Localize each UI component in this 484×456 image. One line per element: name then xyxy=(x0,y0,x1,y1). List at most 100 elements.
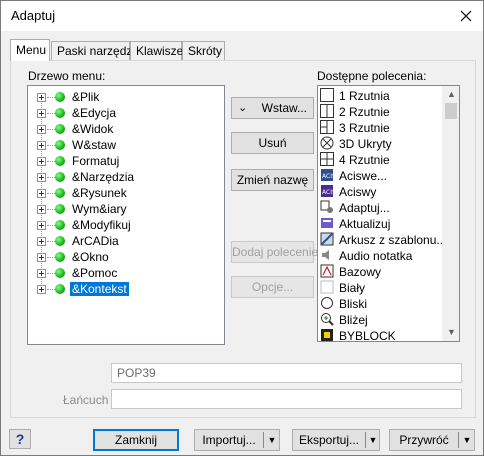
restore-button[interactable]: Przywróć ▼ xyxy=(389,429,475,451)
dropdown-arrow-icon[interactable]: ▼ xyxy=(265,430,279,450)
command-item-label: Audio notatka xyxy=(339,249,413,263)
expand-icon[interactable] xyxy=(37,237,46,246)
command-item[interactable]: Audio notatka xyxy=(320,248,445,264)
zoom-in-icon xyxy=(320,312,336,328)
command-item[interactable]: Biały xyxy=(320,280,445,296)
command-item[interactable]: ACIS Aciswe... xyxy=(320,168,445,184)
window-title: Adaptuj xyxy=(11,8,56,23)
command-item-label: Biały xyxy=(339,281,366,295)
single-viewport-icon xyxy=(320,88,336,104)
expand-icon[interactable] xyxy=(37,141,46,150)
menu-status-dot-icon xyxy=(55,284,65,294)
acis-in-icon: ACIS xyxy=(320,168,336,184)
tab-menu[interactable]: Menu xyxy=(10,39,50,61)
base-icon xyxy=(320,264,336,280)
three-viewports-icon xyxy=(320,120,336,136)
tree-item[interactable]: &Narzędzia xyxy=(28,169,224,185)
expand-icon[interactable] xyxy=(37,189,46,198)
expand-icon[interactable] xyxy=(37,125,46,134)
tree-connector xyxy=(47,97,55,98)
command-item[interactable]: 4 Rzutnie xyxy=(320,152,445,168)
insert-button[interactable]: ⌄ Wstaw... xyxy=(231,97,314,119)
menu-tree[interactable]: &Plik &Edycja &Widok W&staw Formatuj &Narzędz… xyxy=(27,85,225,345)
command-item[interactable]: 3D Ukryty xyxy=(320,136,445,152)
nearest-icon xyxy=(320,296,336,312)
scroll-thumb[interactable] xyxy=(445,103,457,119)
command-item[interactable]: Bliżej xyxy=(320,312,445,328)
tree-item[interactable]: &Kontekst xyxy=(28,281,224,297)
tree-connector xyxy=(47,145,55,146)
chevron-down-icon: ⌄ xyxy=(238,102,248,114)
scroll-down-icon[interactable]: ▼ xyxy=(443,324,459,341)
menu-tree-label: Drzewo menu: xyxy=(28,69,106,83)
hide-3d-icon xyxy=(320,136,336,152)
command-name-field[interactable]: POP39 xyxy=(111,363,462,383)
expand-icon[interactable] xyxy=(37,285,46,294)
expand-icon[interactable] xyxy=(37,253,46,262)
close-icon[interactable] xyxy=(455,5,477,27)
add-command-button[interactable]: Dodaj polecenie xyxy=(231,241,318,263)
tree-item-label: &Pomoc xyxy=(72,266,118,280)
chain-field[interactable] xyxy=(111,389,462,409)
command-item-label: 2 Rzutnie xyxy=(339,105,390,119)
customize-dialog: Adaptuj Menu Paski narzędzi Klawisze Skr… xyxy=(0,0,484,456)
tree-item-label: Formatuj xyxy=(72,154,120,168)
tree-item[interactable]: &Rysunek xyxy=(28,185,224,201)
command-item[interactable]: Aktualizuj xyxy=(320,216,445,232)
command-item-label: Aktualizuj xyxy=(339,217,391,231)
commands-list[interactable]: 1 Rzutnia 2 Rzutnie 3 Rzutnie 3D Ukryty 4 Rz… xyxy=(317,85,460,342)
remove-button[interactable]: Usuń xyxy=(231,132,314,154)
tree-item[interactable]: &Edycja xyxy=(28,105,224,121)
expand-icon[interactable] xyxy=(37,93,46,102)
command-item-label: Bliski xyxy=(339,297,368,311)
export-button[interactable]: Eksportuj... ▼ xyxy=(292,429,380,451)
divider xyxy=(458,432,459,448)
tree-item[interactable]: Formatuj xyxy=(28,153,224,169)
menu-status-dot-icon xyxy=(55,124,65,134)
expand-icon[interactable] xyxy=(37,109,46,118)
command-item[interactable]: ACIS Aciswy xyxy=(320,184,445,200)
tree-item[interactable]: W&staw xyxy=(28,137,224,153)
command-item[interactable]: Bliski xyxy=(320,296,445,312)
tree-item[interactable]: &Pomoc xyxy=(28,265,224,281)
menu-status-dot-icon xyxy=(55,108,65,118)
scroll-up-icon[interactable]: ▲ xyxy=(443,86,459,103)
tree-item[interactable]: &Modyfikuj xyxy=(28,217,224,233)
command-item[interactable]: Arkusz z szablonu... xyxy=(320,232,446,248)
expand-icon[interactable] xyxy=(37,269,46,278)
expand-icon[interactable] xyxy=(37,205,46,214)
command-item[interactable]: 1 Rzutnia xyxy=(320,88,445,104)
dropdown-arrow-icon[interactable]: ▼ xyxy=(366,430,380,450)
command-item[interactable]: Adaptuj... xyxy=(320,200,445,216)
command-item[interactable]: BYBLOCK xyxy=(320,328,445,341)
sheet-template-icon xyxy=(320,232,336,248)
import-button[interactable]: Importuj... ▼ xyxy=(194,429,280,451)
expand-icon[interactable] xyxy=(37,157,46,166)
tree-item[interactable]: &Widok xyxy=(28,121,224,137)
commands-scrollbar[interactable]: ▲ ▼ xyxy=(442,86,459,341)
tab-keys[interactable]: Klawisze xyxy=(130,41,183,61)
command-item[interactable]: Bazowy xyxy=(320,264,445,280)
command-item[interactable]: 2 Rzutnie xyxy=(320,104,445,120)
expand-icon[interactable] xyxy=(37,221,46,230)
tree-item[interactable]: Wym&iary xyxy=(28,201,224,217)
tab-shortcuts[interactable]: Skróty xyxy=(182,41,225,61)
options-button[interactable]: Opcje... xyxy=(231,276,314,298)
dropdown-arrow-icon[interactable]: ▼ xyxy=(460,430,474,450)
expand-icon[interactable] xyxy=(37,173,46,182)
tree-connector xyxy=(47,177,55,178)
help-button[interactable]: ? xyxy=(9,429,31,449)
close-button[interactable]: Zamknij xyxy=(93,429,179,451)
menu-status-dot-icon xyxy=(55,236,65,246)
tree-item[interactable]: &Plik xyxy=(28,89,224,105)
tree-item[interactable]: &Okno xyxy=(28,249,224,265)
rename-button[interactable]: Zmień nazwę xyxy=(231,169,314,191)
tree-item[interactable]: ArCADia xyxy=(28,233,224,249)
command-item-label: 3D Ukryty xyxy=(339,137,392,151)
menu-status-dot-icon xyxy=(55,188,65,198)
tab-toolbars[interactable]: Paski narzędzi xyxy=(51,41,135,61)
command-item-label: Aciswy xyxy=(339,185,377,199)
command-item[interactable]: 3 Rzutnie xyxy=(320,120,445,136)
tree-connector xyxy=(47,193,55,194)
insert-label: Wstaw... xyxy=(261,101,307,115)
